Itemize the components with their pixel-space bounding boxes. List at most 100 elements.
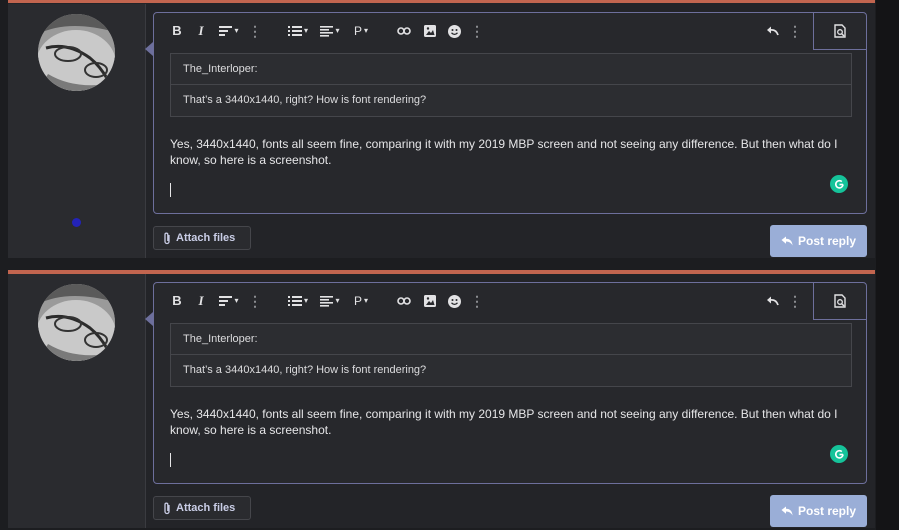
bold-button[interactable]: B: [170, 22, 184, 40]
text-size-icon: [219, 296, 233, 306]
quote-author: The_Interloper:: [171, 54, 851, 85]
avatar[interactable]: [38, 284, 115, 361]
editor-pointer: [145, 312, 153, 326]
more-options-button[interactable]: ⋮: [788, 292, 802, 310]
editor[interactable]: B I ▾ ⋮ ▾ ▾ P ▾ ⋮ ⋮ The_Interloper: That…: [153, 12, 867, 214]
insert-emoji-button[interactable]: [446, 292, 462, 310]
accent-bar: [8, 0, 875, 3]
attach-files-button[interactable]: Attach files: [153, 226, 251, 250]
smiley-icon: [447, 24, 461, 38]
bold-label: B: [172, 23, 182, 38]
avatar[interactable]: [38, 14, 115, 91]
text-style-button[interactable]: ▾: [216, 22, 242, 40]
image-icon: [424, 295, 436, 307]
text-cursor: [170, 183, 171, 197]
post-reply-label: Post reply: [797, 504, 857, 518]
text-size-icon: [219, 26, 233, 36]
italic-button[interactable]: I: [194, 22, 208, 40]
bold-label: B: [172, 293, 182, 308]
align-button[interactable]: ▾: [318, 292, 342, 310]
reply-icon: [781, 236, 793, 246]
more-icon: ⋮: [248, 23, 262, 39]
more-icon: ⋮: [788, 293, 802, 309]
bold-button[interactable]: B: [170, 292, 184, 310]
preview-button[interactable]: [813, 13, 866, 50]
preview-icon: [833, 23, 846, 38]
quote-text: That’s a 3440x1440, right? How is font r…: [183, 94, 427, 106]
italic-label: I: [198, 293, 204, 308]
grammarly-icon[interactable]: [830, 445, 848, 463]
more-text-options-button[interactable]: ⋮: [248, 292, 262, 310]
text-style-button[interactable]: ▾: [216, 292, 242, 310]
attach-files-label: Attach files: [176, 502, 236, 514]
insert-emoji-button[interactable]: [446, 22, 462, 40]
editor-pointer: [145, 42, 153, 56]
more-insert-options-button[interactable]: ⋮: [470, 22, 484, 40]
more-icon: ⋮: [470, 23, 484, 39]
preview-icon: [833, 293, 846, 308]
post-reply-label: Post reply: [797, 234, 857, 248]
more-icon: ⋮: [248, 293, 262, 309]
insert-link-button[interactable]: [396, 22, 412, 40]
more-icon: ⋮: [470, 293, 484, 309]
paperclip-icon: [164, 232, 170, 244]
insert-image-button[interactable]: [422, 292, 438, 310]
user-column: [8, 4, 146, 258]
list-button[interactable]: ▾: [286, 292, 310, 310]
insert-image-button[interactable]: [422, 22, 438, 40]
chevron-down-icon: ▾: [364, 26, 369, 35]
editor-toolbar: B I ▾ ⋮ ▾ ▾ P ▾ ⋮ ⋮: [154, 13, 866, 50]
user-column: [8, 274, 146, 528]
paragraph-format-button[interactable]: P ▾: [350, 292, 372, 310]
reply-icon: [781, 506, 793, 516]
paragraph-format-button[interactable]: P ▾: [350, 22, 372, 40]
quote-author: The_Interloper:: [171, 324, 851, 355]
insert-link-button[interactable]: [396, 292, 412, 310]
page-edge: [876, 0, 899, 530]
paperclip-icon: [164, 502, 170, 514]
undo-icon: [766, 26, 779, 36]
more-options-button[interactable]: ⋮: [788, 22, 802, 40]
more-text-options-button[interactable]: ⋮: [248, 22, 262, 40]
online-status-dot: [72, 218, 81, 227]
reply-form-2: B I ▾ ⋮ ▾ ▾ P ▾ ⋮ ⋮ The_Interloper: That…: [8, 270, 875, 528]
smiley-icon: [447, 294, 461, 308]
message-body[interactable]: Yes, 3440x1440, fonts all seem fine, com…: [170, 406, 850, 438]
message-body[interactable]: Yes, 3440x1440, fonts all seem fine, com…: [170, 136, 850, 168]
list-icon: [287, 26, 302, 36]
chevron-down-icon: ▾: [303, 296, 308, 305]
paragraph-label: P: [353, 24, 362, 38]
chevron-down-icon: ▾: [335, 296, 340, 305]
link-icon: [397, 27, 411, 35]
editor[interactable]: B I ▾ ⋮ ▾ ▾ P ▾ ⋮ ⋮ The_Interloper: That…: [153, 282, 867, 484]
quote-text: That’s a 3440x1440, right? How is font r…: [183, 364, 427, 376]
list-icon: [287, 296, 302, 306]
chevron-down-icon: ▾: [234, 296, 239, 305]
more-insert-options-button[interactable]: ⋮: [470, 292, 484, 310]
editor-toolbar: B I ▾ ⋮ ▾ ▾ P ▾ ⋮ ⋮: [154, 283, 866, 320]
image-icon: [424, 25, 436, 37]
link-icon: [397, 297, 411, 305]
align-button[interactable]: ▾: [318, 22, 342, 40]
post-reply-button[interactable]: Post reply: [770, 495, 867, 527]
chevron-down-icon: ▾: [335, 26, 340, 35]
quote-block: The_Interloper: That’s a 3440x1440, righ…: [170, 53, 852, 117]
undo-icon: [766, 296, 779, 306]
paragraph-label: P: [353, 294, 362, 308]
attach-files-button[interactable]: Attach files: [153, 496, 251, 520]
chevron-down-icon: ▾: [234, 26, 239, 35]
post-reply-button[interactable]: Post reply: [770, 225, 867, 257]
quote-block: The_Interloper: That’s a 3440x1440, righ…: [170, 323, 852, 387]
reply-form-1: B I ▾ ⋮ ▾ ▾ P ▾ ⋮ ⋮ The_Interloper: That…: [8, 0, 875, 258]
undo-button[interactable]: [764, 292, 780, 310]
attach-files-label: Attach files: [176, 232, 236, 244]
text-cursor: [170, 453, 171, 467]
italic-button[interactable]: I: [194, 292, 208, 310]
more-icon: ⋮: [788, 23, 802, 39]
list-button[interactable]: ▾: [286, 22, 310, 40]
align-left-icon: [320, 295, 334, 307]
italic-label: I: [198, 23, 204, 38]
undo-button[interactable]: [764, 22, 780, 40]
preview-button[interactable]: [813, 283, 866, 320]
grammarly-icon[interactable]: [830, 175, 848, 193]
